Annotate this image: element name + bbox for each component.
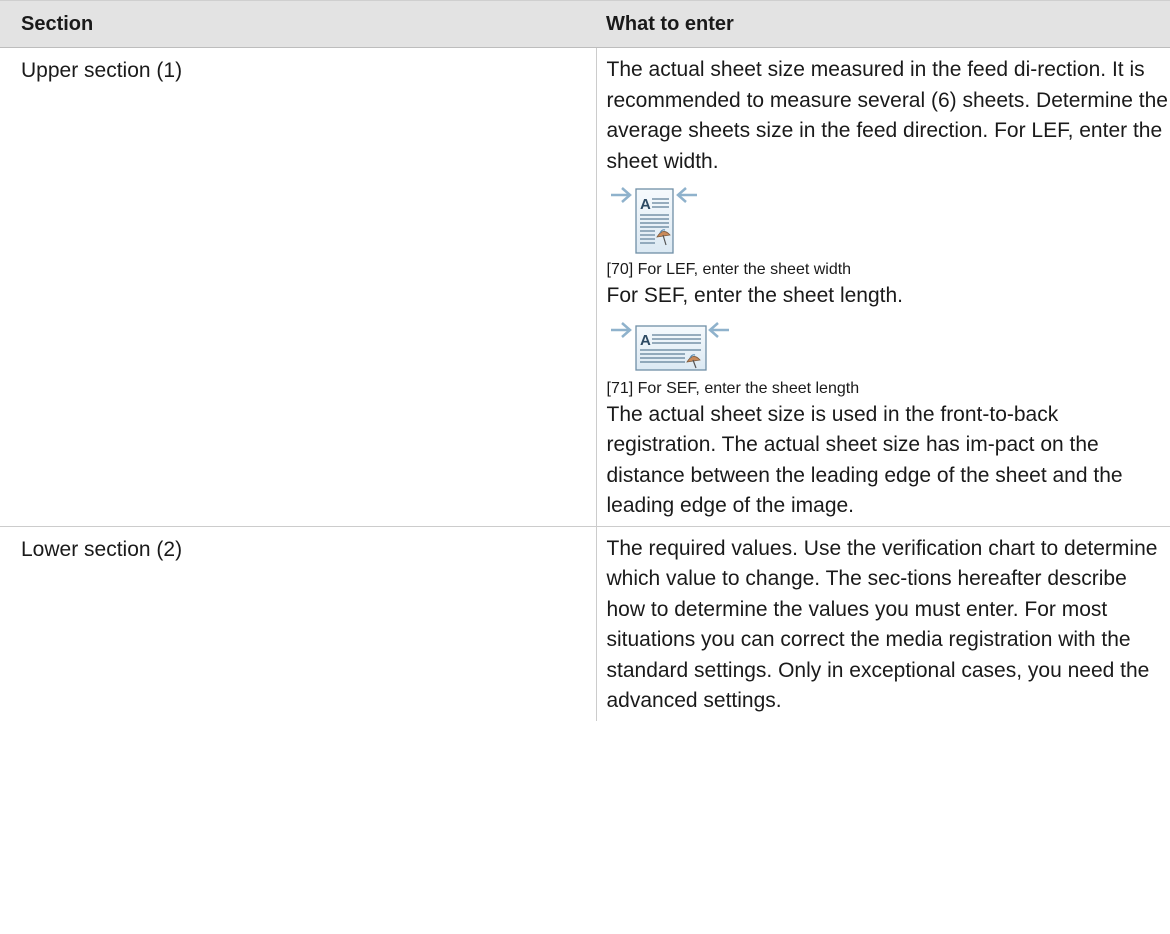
header-what-to-enter: What to enter	[596, 0, 1170, 48]
section-cell: Upper section (1)	[0, 47, 596, 527]
lef-sheet-width-icon: A	[607, 185, 1170, 257]
table-header-row: Section What to enter	[0, 0, 1170, 48]
description-cell: The required values. Use the verificatio…	[595, 526, 1170, 721]
upper-intro-text: The actual sheet size measured in the fe…	[606, 58, 1168, 173]
table-row: Lower section (2) The required values. U…	[0, 526, 1170, 721]
svg-text:A: A	[640, 196, 651, 213]
description-cell: The actual sheet size measured in the fe…	[595, 47, 1170, 527]
upper-outro-text: The actual sheet size is used in the fro…	[606, 402, 1123, 518]
svg-text:A: A	[640, 332, 651, 349]
figure-71-caption: [71] For SEF, enter the sheet length	[606, 379, 860, 397]
figure-70-caption: [70] For LEF, enter the sheet width	[606, 261, 852, 278]
section-cell: Lower section (2)	[21, 537, 183, 561]
table-row: Upper section (1) The actual sheet size …	[0, 47, 1170, 527]
sef-sheet-length-icon: A	[607, 320, 1170, 376]
upper-middle-text: For SEF, enter the sheet length.	[606, 284, 904, 307]
registration-table: Section What to enter Upper section (1) …	[0, 0, 1170, 721]
header-section: Section	[0, 0, 596, 48]
